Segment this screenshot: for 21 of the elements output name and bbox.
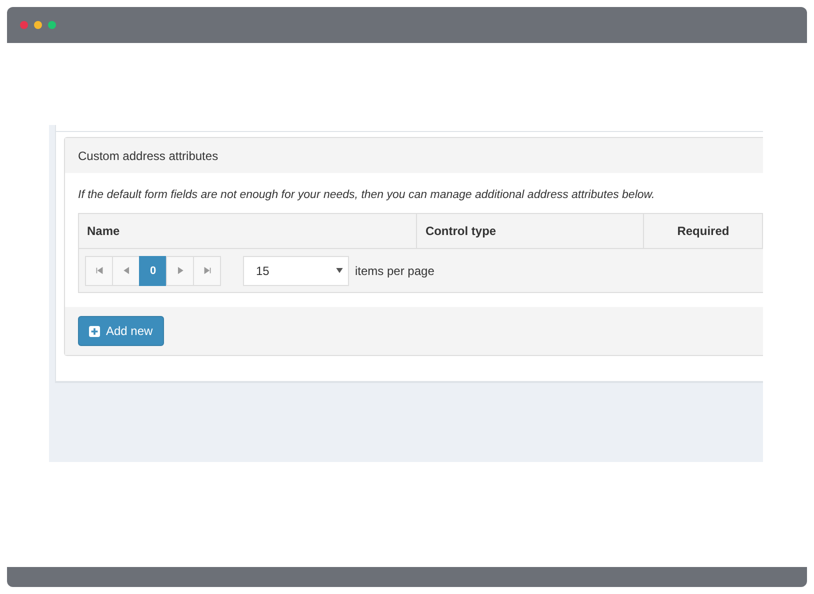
page-button[interactable]: 0 [139,256,167,286]
page-size-select[interactable]: 15 [243,256,349,286]
first-page-button[interactable] [85,256,113,286]
skip-start-icon [96,267,102,274]
add-new-button[interactable]: Add new [78,316,164,346]
previous-page-button[interactable] [112,256,140,286]
skip-end-icon [204,267,210,274]
last-page-button[interactable] [193,256,221,286]
triangle-left-icon [122,267,130,274]
triangle-right-icon [176,267,184,274]
window-button[interactable] [34,21,42,29]
column-header[interactable]: Name [79,214,418,248]
next-page-button[interactable] [166,256,194,286]
caret-icon [336,268,343,274]
plus-square-icon [89,326,100,337]
window-button[interactable] [48,21,56,29]
column-header[interactable]: Required [644,214,764,248]
description-text: If the default form fields are not enough for your needs, then you can manage additional address attributes below. [78,188,656,203]
card-title: Custom address attributes [78,148,218,164]
column-header[interactable]: Control type [417,214,644,248]
page-size-label: items per page [355,262,434,280]
